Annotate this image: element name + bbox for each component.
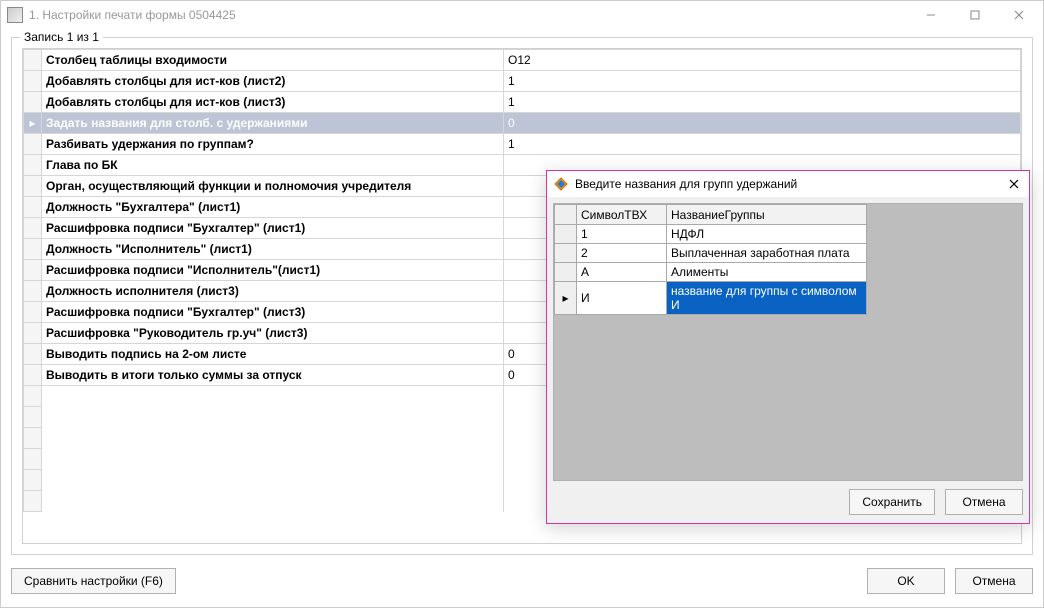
ok-button[interactable]: OK — [867, 568, 945, 594]
dialog-cell-symbol[interactable]: 1 — [577, 225, 667, 244]
minimize-button[interactable] — [909, 4, 953, 26]
minimize-icon — [926, 10, 936, 20]
maximize-icon — [970, 10, 980, 20]
close-icon — [1009, 179, 1019, 189]
property-key: Выводить в итоги только суммы за отпуск — [42, 365, 504, 386]
close-button[interactable] — [997, 4, 1041, 26]
dialog-grid[interactable]: СимволТВХ НазваниеГруппы 1НДФЛ2Выплаченн… — [554, 204, 1022, 315]
dialog-cell-name[interactable]: Выплаченная заработная плата — [667, 244, 867, 263]
dialog-grid-row[interactable]: ▸Иназвание для группы с символом И — [555, 282, 1022, 315]
row-indicator — [24, 71, 42, 92]
dialog-grid-col-symbol[interactable]: СимволТВХ — [577, 205, 667, 225]
window-title: 1. Настройки печати формы 0504425 — [29, 8, 909, 22]
property-key: Расшифровка подписи "Исполнитель"(лист1) — [42, 260, 504, 281]
row-indicator — [24, 134, 42, 155]
dialog-button-bar: Сохранить Отмена — [553, 489, 1023, 515]
row-indicator — [24, 260, 42, 281]
row-indicator — [24, 92, 42, 113]
dialog-cell-symbol[interactable]: А — [577, 263, 667, 282]
dialog-title-bar: Введите названия для групп удержаний — [547, 171, 1029, 197]
property-key: Добавлять столбцы для ист-ков (лист2) — [42, 71, 504, 92]
main-window: 1. Настройки печати формы 0504425 Запись… — [0, 0, 1044, 608]
dialog-grid-wrap: СимволТВХ НазваниеГруппы 1НДФЛ2Выплаченн… — [553, 203, 1023, 481]
row-indicator — [24, 239, 42, 260]
property-value[interactable]: 0 — [504, 113, 1021, 134]
maximize-button[interactable] — [953, 4, 997, 26]
property-key: Столбец таблицы входимости — [42, 50, 504, 71]
row-indicator — [24, 365, 42, 386]
window-buttons — [909, 4, 1041, 26]
property-key: Должность "Бухгалтера" (лист1) — [42, 197, 504, 218]
row-indicator: ▸ — [24, 113, 42, 134]
property-row[interactable]: Добавлять столбцы для ист-ков (лист3)1 — [24, 92, 1021, 113]
dialog-grid-row[interactable]: 2Выплаченная заработная плата — [555, 244, 1022, 263]
cancel-button[interactable]: Отмена — [955, 568, 1033, 594]
property-value[interactable]: 1 — [504, 134, 1021, 155]
dialog-grid-col-name[interactable]: НазваниеГруппы — [667, 205, 867, 225]
app-icon — [7, 7, 23, 23]
row-indicator — [24, 197, 42, 218]
property-key: Должность "Исполнитель" (лист1) — [42, 239, 504, 260]
property-key: Задать названия для столб. с удержаниями — [42, 113, 504, 134]
dialog-cell-name[interactable]: название для группы с символом И — [667, 282, 867, 315]
dialog-grid-row[interactable]: 1НДФЛ — [555, 225, 1022, 244]
dialog-cancel-button[interactable]: Отмена — [945, 489, 1023, 515]
property-key: Разбивать удержания по группам? — [42, 134, 504, 155]
dialog-body: СимволТВХ НазваниеГруппы 1НДФЛ2Выплаченн… — [547, 197, 1029, 523]
row-indicator — [24, 281, 42, 302]
dialog-app-icon — [553, 176, 569, 192]
property-value[interactable]: 1 — [504, 92, 1021, 113]
row-indicator — [24, 50, 42, 71]
dialog-grid-indicator-header — [555, 205, 577, 225]
row-indicator — [24, 176, 42, 197]
dialog-save-button[interactable]: Сохранить — [849, 489, 935, 515]
property-key: Орган, осуществляющий функции и полномоч… — [42, 176, 504, 197]
dialog-row-indicator — [555, 244, 577, 263]
row-indicator — [24, 218, 42, 239]
property-key: Расшифровка подписи "Бухгалтер" (лист3) — [42, 302, 504, 323]
property-row[interactable]: Столбец таблицы входимостиO12 — [24, 50, 1021, 71]
dialog-cell-name[interactable]: НДФЛ — [667, 225, 867, 244]
property-key: Добавлять столбцы для ист-ков (лист3) — [42, 92, 504, 113]
compare-settings-button[interactable]: Сравнить настройки (F6) — [11, 568, 176, 594]
dialog-row-indicator: ▸ — [555, 282, 577, 315]
row-indicator — [24, 323, 42, 344]
dialog-close-button[interactable] — [1005, 175, 1023, 193]
group-names-dialog: Введите названия для групп удержаний Сим… — [546, 170, 1030, 524]
close-icon — [1014, 10, 1024, 20]
property-key: Расшифровка "Руководитель гр.уч" (лист3) — [42, 323, 504, 344]
bottom-bar: Сравнить настройки (F6) OK Отмена — [11, 565, 1033, 597]
dialog-row-indicator — [555, 263, 577, 282]
property-value[interactable]: 1 — [504, 71, 1021, 92]
dialog-cell-symbol[interactable]: И — [577, 282, 667, 315]
property-row[interactable]: ▸Задать названия для столб. с удержаниям… — [24, 113, 1021, 134]
row-indicator — [24, 155, 42, 176]
title-bar: 1. Настройки печати формы 0504425 — [1, 1, 1043, 29]
dialog-grid-row[interactable]: ААлименты — [555, 263, 1022, 282]
property-key: Выводить подпись на 2-ом листе — [42, 344, 504, 365]
row-indicator — [24, 344, 42, 365]
property-row[interactable]: Добавлять столбцы для ист-ков (лист2)1 — [24, 71, 1021, 92]
dialog-title: Введите названия для групп удержаний — [575, 177, 1005, 191]
property-key: Должность исполнителя (лист3) — [42, 281, 504, 302]
row-indicator — [24, 302, 42, 323]
property-key: Расшифровка подписи "Бухгалтер" (лист1) — [42, 218, 504, 239]
group-legend: Запись 1 из 1 — [20, 30, 103, 44]
property-key: Глава по БК — [42, 155, 504, 176]
property-row[interactable]: Разбивать удержания по группам?1 — [24, 134, 1021, 155]
dialog-cell-symbol[interactable]: 2 — [577, 244, 667, 263]
dialog-row-indicator — [555, 225, 577, 244]
property-value[interactable]: O12 — [504, 50, 1021, 71]
dialog-cell-name[interactable]: Алименты — [667, 263, 867, 282]
